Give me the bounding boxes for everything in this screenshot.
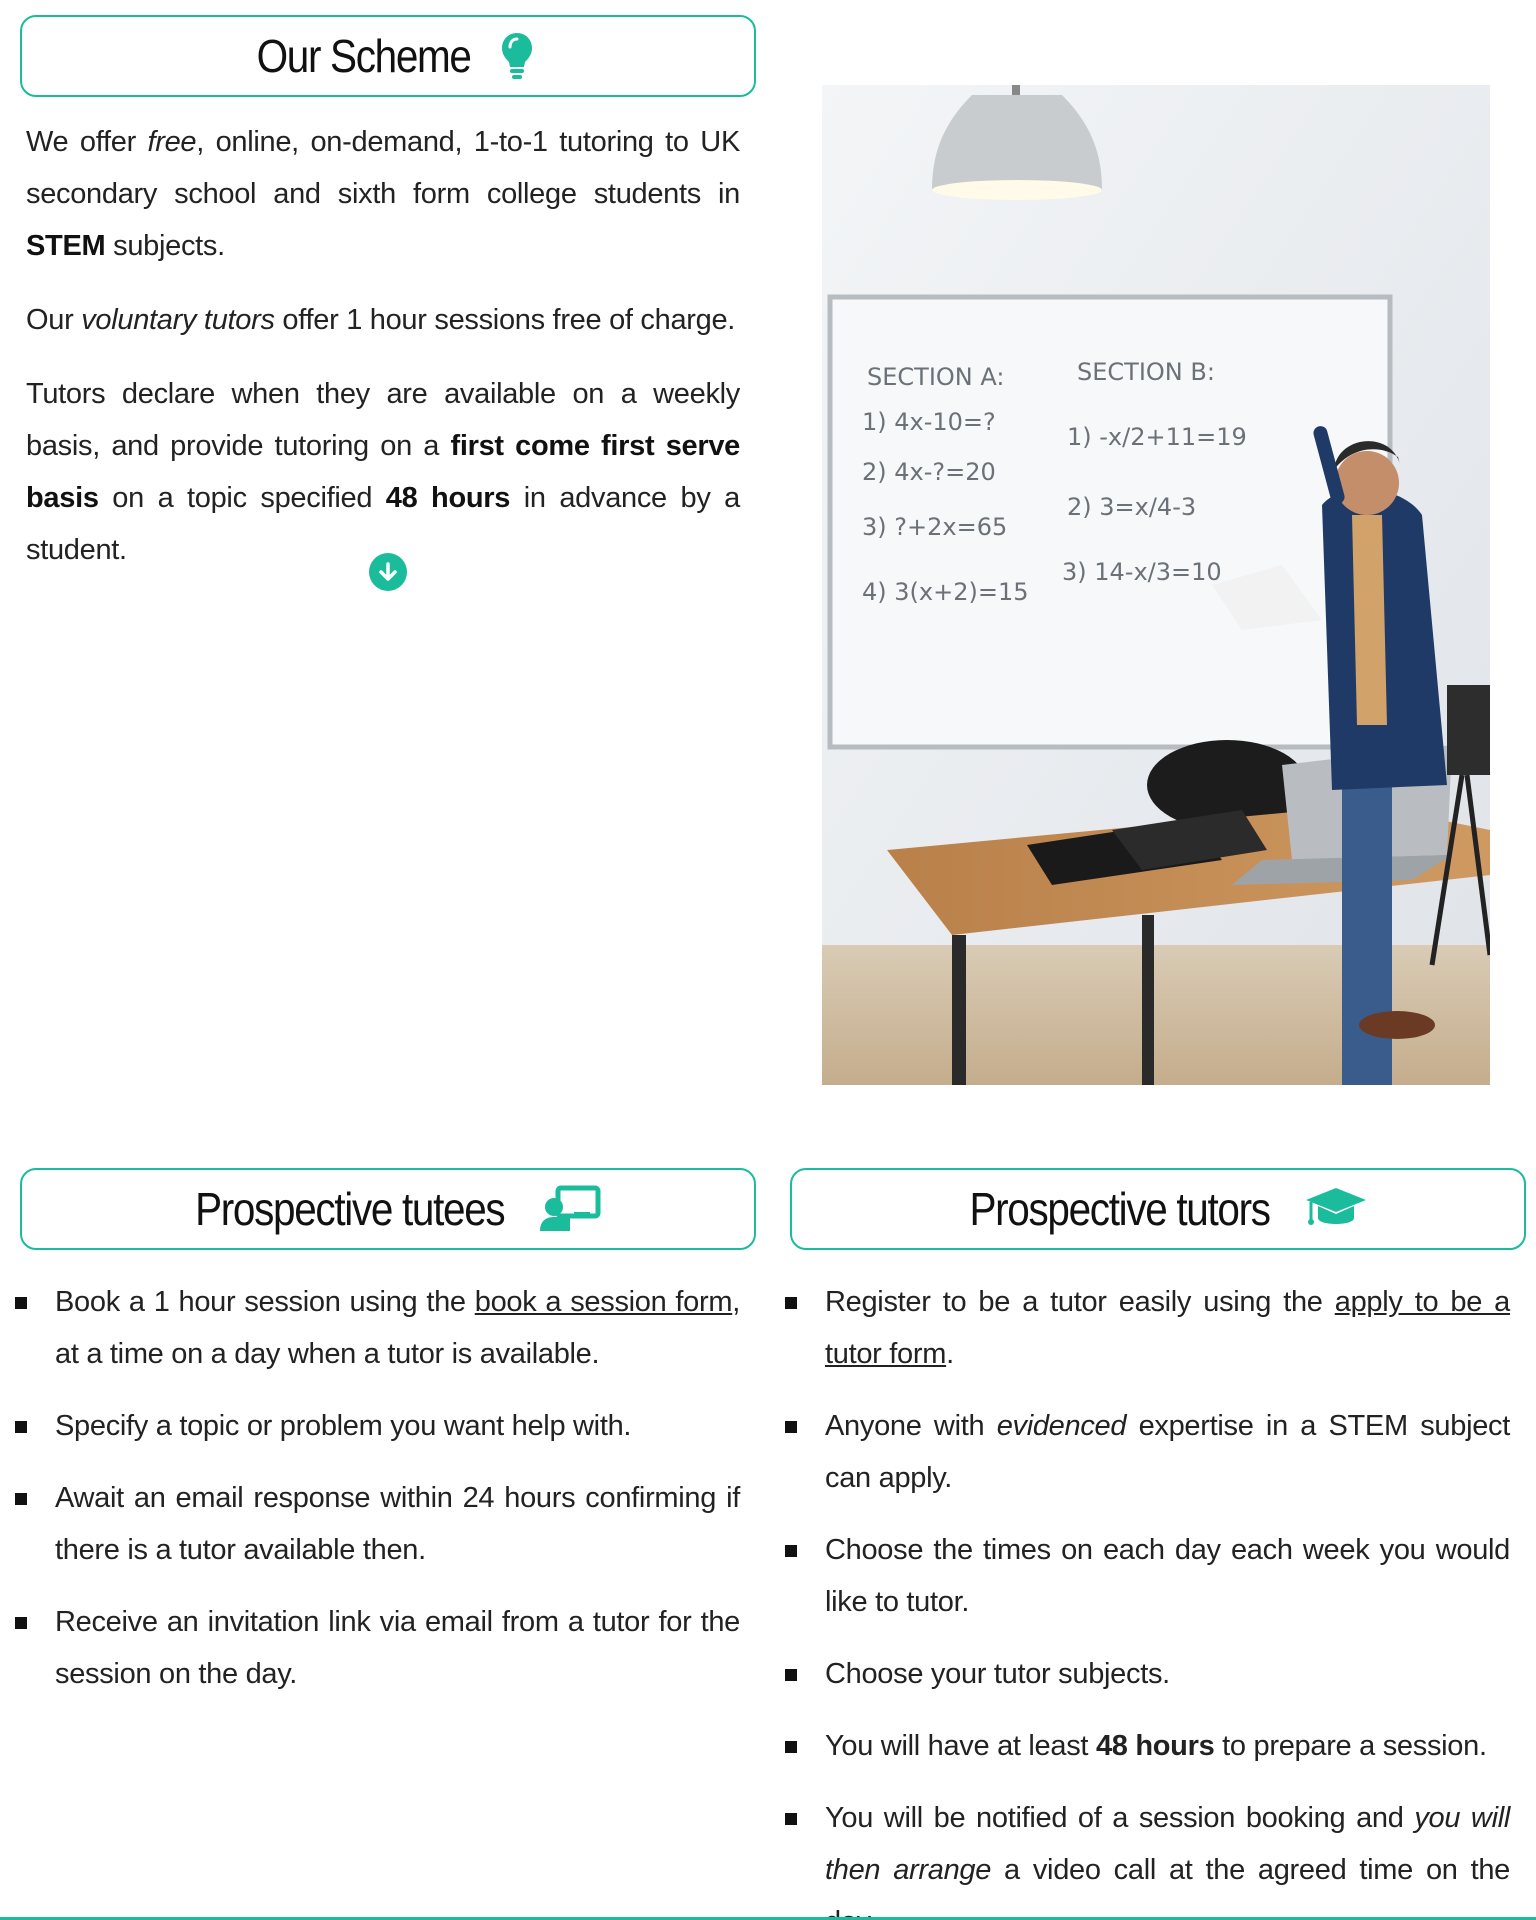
board-section-b: SECTION B: — [1077, 358, 1215, 386]
scheme-paragraph-1: We offer free, online, on-demand, 1-to-1… — [26, 116, 740, 272]
teacher-whiteboard-photo: SECTION A: SECTION B: 1) 4x-10=? 2) 4x-?… — [822, 85, 1490, 1085]
our-scheme-title: Our Scheme — [256, 30, 472, 82]
board-b-line-1: 1) -x/2+11=19 — [1067, 423, 1247, 451]
prospective-tutees-heading-box: Prospective tutees — [20, 1168, 756, 1250]
board-a-line-2: 2) 4x-?=20 — [862, 458, 996, 486]
tutors-list-item: Choose the times on each day each week y… — [785, 1524, 1510, 1628]
book-a-session-form-link[interactable]: book a session form — [475, 1286, 733, 1318]
tutors-list-item: You will have at least 48 hours to prepa… — [785, 1720, 1510, 1772]
tutees-list-item: Receive an invitation link via email fro… — [15, 1596, 740, 1700]
prospective-tutees-title: Prospective tutees — [195, 1183, 506, 1235]
tutors-item-2-text-a: Anyone with — [825, 1410, 997, 1442]
tutors-list-item: You will be notified of a session bookin… — [785, 1792, 1510, 1920]
tutors-item-2-evidenced: evidenced — [996, 1410, 1127, 1442]
scheme-p1-text-a: We offer — [26, 126, 148, 158]
scheme-p1-stem: STEM — [26, 230, 106, 262]
arrow-down-circle-icon[interactable] — [369, 553, 407, 591]
tutors-item-1-text-a: Register to be a tutor easily using the — [825, 1286, 1335, 1318]
tutees-list: Book a 1 hour session using the book a s… — [15, 1276, 740, 1720]
tutors-list-item: Choose your tutor subjects. — [785, 1648, 1510, 1700]
tutors-item-5-text-a: You will have at least — [825, 1730, 1096, 1762]
tutees-list-item: Book a 1 hour session using the book a s… — [15, 1276, 740, 1380]
tutors-item-5-text-b: to prepare a session. — [1214, 1730, 1487, 1762]
tutees-item-1-text-a: Book a 1 hour session using the — [55, 1286, 475, 1318]
scheme-paragraph-2: Our voluntary tutors offer 1 hour sessio… — [26, 294, 740, 346]
scheme-p1-free: free — [147, 126, 197, 158]
board-b-line-2: 2) 3=x/4-3 — [1067, 493, 1196, 521]
tutors-item-1-text-b: . — [946, 1338, 954, 1370]
prospective-tutors-title: Prospective tutors — [969, 1183, 1272, 1235]
scheme-p2-voluntary: voluntary tutors — [81, 304, 275, 336]
lightbulb-icon — [500, 31, 534, 81]
scheme-p2-text-b: offer 1 hour sessions free of charge. — [274, 304, 736, 336]
tutees-list-item: Await an email response within 24 hours … — [15, 1472, 740, 1576]
tutors-list-item: Register to be a tutor easily using the … — [785, 1276, 1510, 1380]
tutors-list-item: Anyone with evidenced expertise in a STE… — [785, 1400, 1510, 1504]
scheme-p1-text-c: subjects. — [105, 230, 225, 262]
board-a-line-4: 4) 3(x+2)=15 — [862, 578, 1029, 606]
chalkboard-teacher-icon — [539, 1185, 602, 1233]
board-a-line-1: 1) 4x-10=? — [862, 408, 996, 436]
board-a-line-3: 3) ?+2x=65 — [862, 513, 1007, 541]
tutors-item-5-hours: 48 hours — [1095, 1730, 1215, 1762]
graduation-cap-icon — [1305, 1186, 1367, 1232]
prospective-tutors-heading-box: Prospective tutors — [790, 1168, 1526, 1250]
scheme-paragraph-3: Tutors declare when they are available o… — [26, 368, 740, 576]
tutors-item-6-text-a: You will be notified of a session bookin… — [825, 1802, 1415, 1834]
board-b-line-3: 3) 14-x/3=10 — [1062, 558, 1222, 586]
board-section-a: SECTION A: — [867, 363, 1004, 391]
tutees-list-item: Specify a topic or problem you want help… — [15, 1400, 740, 1452]
our-scheme-heading-box: Our Scheme — [20, 15, 756, 97]
tutors-list: Register to be a tutor easily using the … — [785, 1276, 1510, 1920]
scheme-p2-text-a: Our — [26, 304, 82, 336]
scheme-p3-text-b: on a topic specified — [98, 482, 386, 514]
scheme-p3-hours: 48 hours — [385, 482, 511, 514]
